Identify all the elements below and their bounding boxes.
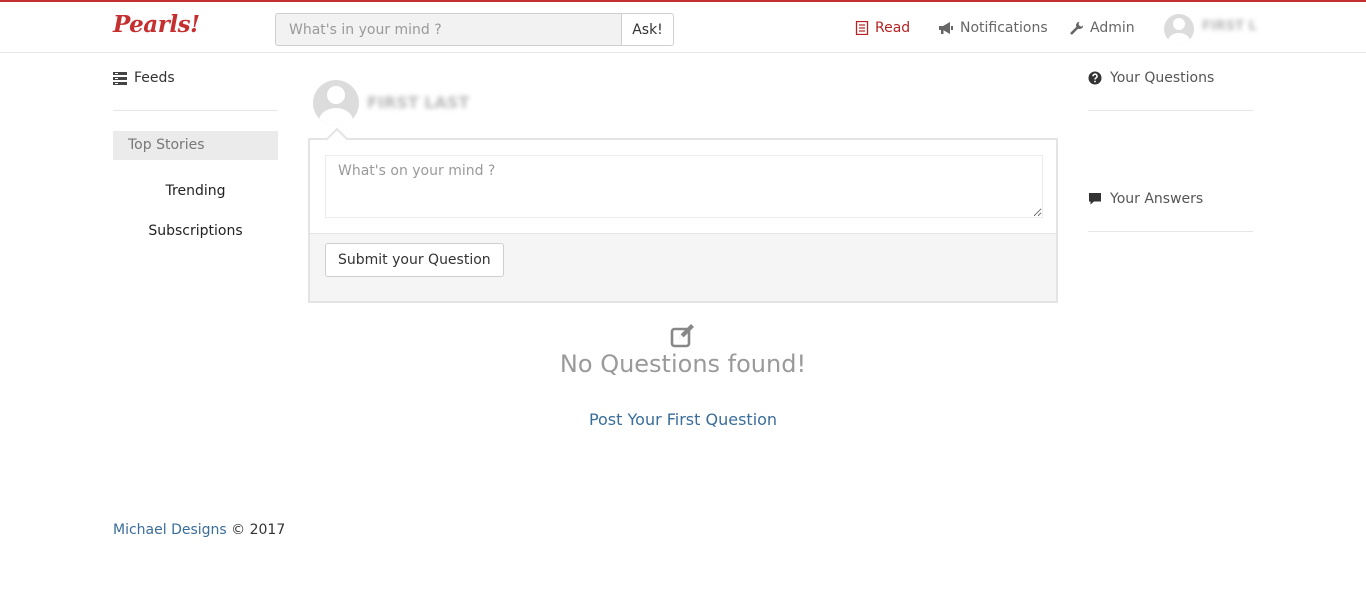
footer-copyright: © 2017 (226, 522, 286, 538)
question-textarea[interactable] (325, 155, 1043, 218)
feeds-label: Feeds (134, 70, 175, 86)
post-first-question-link[interactable]: Post Your First Question (308, 410, 1058, 429)
search-input[interactable] (275, 13, 621, 46)
book-icon (855, 21, 869, 35)
nav-admin-label: Admin (1090, 20, 1135, 36)
user-name[interactable]: FIRST L (1202, 19, 1257, 34)
empty-state-title: No Questions found! (559, 350, 807, 378)
sidebar-item-top-stories[interactable]: Top Stories (113, 131, 278, 160)
nav-notifications-label: Notifications (960, 20, 1048, 36)
left-divider (113, 110, 278, 111)
question-composer: Submit your Question (308, 127, 1058, 303)
nav-notifications[interactable]: Notifications (938, 17, 1048, 39)
edit-icon (670, 324, 694, 348)
nav-read-label: Read (875, 20, 911, 36)
navbar: Pearls! Ask! Read Notifications Admin FI… (0, 2, 1366, 53)
brand-logo[interactable]: Pearls! (113, 11, 200, 38)
megaphone-icon (939, 22, 953, 34)
feeds-icon (113, 71, 127, 85)
ask-button[interactable]: Ask! (621, 13, 674, 46)
nav-read[interactable]: Read (855, 17, 910, 39)
right-divider (1088, 110, 1253, 111)
wrench-icon (1070, 21, 1084, 35)
footer: Michael Designs © 2017 (113, 522, 285, 538)
comment-icon (1089, 193, 1101, 205)
your-questions-label: Your Questions (1110, 70, 1215, 86)
sidebar-item-your-answers[interactable]: Your Answers (1088, 191, 1203, 207)
sidebar-item-your-questions[interactable]: Your Questions (1088, 70, 1214, 86)
question-circle-icon (1088, 71, 1102, 85)
submit-question-button[interactable]: Submit your Question (325, 243, 504, 277)
composer-caret (325, 127, 349, 151)
footer-author-link[interactable]: Michael Designs (113, 522, 227, 538)
feeds-heading: Feeds (113, 70, 175, 86)
sidebar-item-trending[interactable]: Trending (113, 183, 278, 199)
composer-avatar (313, 80, 359, 126)
user-avatar[interactable] (1164, 14, 1194, 44)
composer-input-area (310, 127, 1056, 234)
composer-username: FIRST LAST (367, 93, 470, 112)
right-divider (1088, 231, 1253, 232)
your-answers-label: Your Answers (1110, 191, 1204, 207)
sidebar-item-subscriptions[interactable]: Subscriptions (113, 223, 278, 239)
search-form: Ask! (275, 13, 674, 46)
nav-admin[interactable]: Admin (1070, 17, 1135, 39)
